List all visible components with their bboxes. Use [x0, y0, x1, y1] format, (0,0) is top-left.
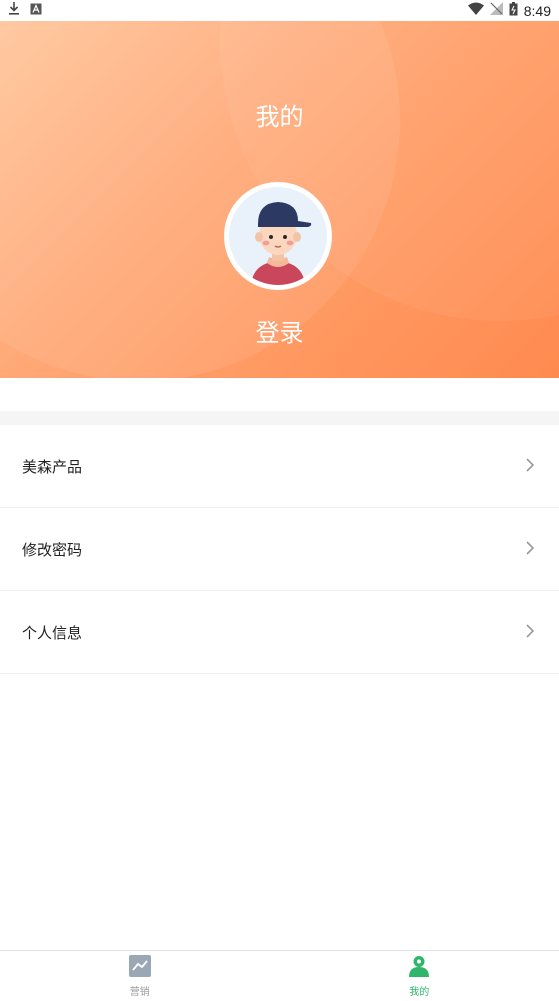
status-bar: 8:49	[0, 0, 559, 21]
menu-item-label: 美森产品	[22, 457, 83, 476]
chevron-right-icon	[523, 457, 537, 476]
menu-item-personal-info[interactable]: 个人信息	[0, 591, 559, 674]
chart-icon	[128, 954, 151, 981]
tab-label: 我的	[409, 986, 430, 998]
tab-mine[interactable]: 我的	[280, 951, 559, 1001]
bottom-tab-bar: 营销 我的	[0, 950, 559, 1001]
tab-label: 营销	[129, 986, 150, 998]
a-icon	[30, 3, 42, 19]
profile-header: 我的 登录	[0, 21, 559, 378]
battery-icon	[509, 1, 518, 20]
menu-item-label: 个人信息	[22, 623, 83, 642]
status-left	[8, 2, 42, 19]
status-right: 8:49	[467, 1, 551, 20]
no-signal-icon	[489, 2, 503, 19]
status-time: 8:49	[523, 2, 551, 19]
section-divider	[0, 378, 559, 425]
wifi-icon	[467, 2, 484, 19]
menu-item-products[interactable]: 美森产品	[0, 425, 559, 508]
tab-marketing[interactable]: 营销	[0, 951, 280, 1001]
menu-item-change-password[interactable]: 修改密码	[0, 508, 559, 591]
person-icon	[408, 955, 430, 981]
chevron-right-icon	[523, 540, 537, 559]
avatar-illustration	[229, 187, 327, 285]
menu-item-label: 修改密码	[22, 540, 83, 559]
avatar[interactable]	[224, 182, 332, 290]
page-title: 我的	[255, 103, 304, 131]
chevron-right-icon	[523, 623, 537, 642]
login-button[interactable]: 登录	[0, 313, 559, 348]
settings-menu: 美森产品 修改密码 个人信息	[0, 425, 559, 674]
download-icon	[8, 2, 20, 19]
